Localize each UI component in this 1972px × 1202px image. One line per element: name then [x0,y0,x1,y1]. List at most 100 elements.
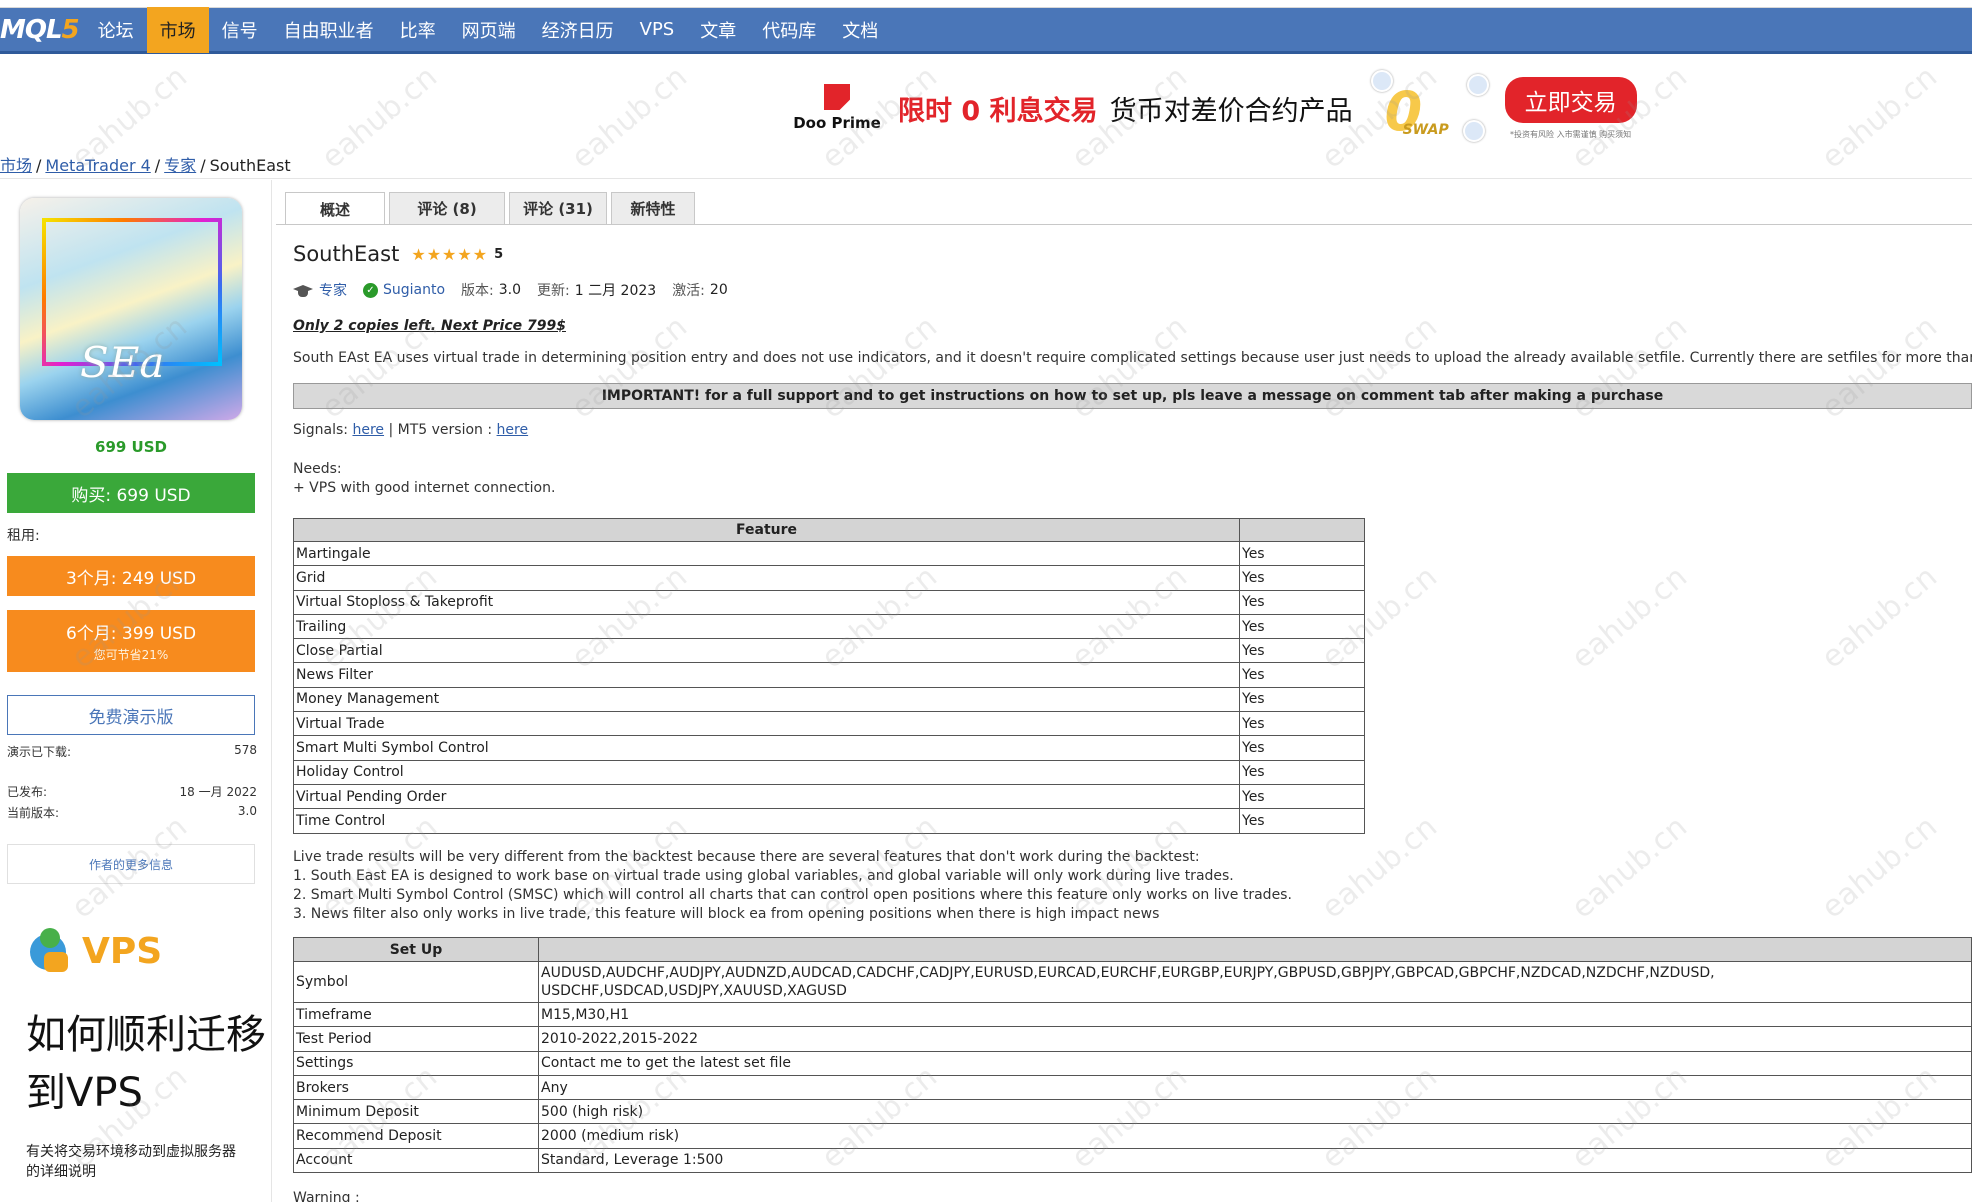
rent-6-months-button[interactable]: 6个月: 399 USD 您可节省21% [7,610,255,672]
signals-separator: | [388,422,398,438]
table-row: Money Management Yes [293,686,1365,713]
product-sidebar: SEa 699 USD 购买: 699 USD 租用: 3个月: 249 USD… [0,180,272,1202]
breadcrumb: 市场 / MetaTrader 4/专家 / SouthEast [0,152,291,176]
updated-label: 更新: [537,283,570,299]
stat-value: 578 [234,743,257,757]
tab-reviews[interactable]: 评论 (8) [389,192,505,224]
table-row: Martingale Yes [293,540,1365,567]
nav-item[interactable]: 文档 [829,7,891,53]
setup-value-cell: 500 (high risk) [538,1099,1972,1125]
feature-name-cell: Virtual Stoploss & Takeprofit [293,589,1240,615]
nav-item[interactable]: 市场 [146,6,209,53]
author-more-info-button[interactable]: 作者的更多信息 [7,844,255,884]
setup-name-cell: Test Period [293,1026,539,1052]
table-row: Smart Multi Symbol Control Yes [293,735,1365,761]
buy-button[interactable]: 购买: 699 USD [7,473,255,513]
tab-whats-new[interactable]: 新特性 [611,192,695,224]
setup-name-cell: Minimum Deposit [293,1099,539,1125]
setup-name-cell: Settings [293,1050,539,1076]
metatrader-vps-icon [24,926,74,976]
nav-item[interactable]: 论坛 [85,7,147,53]
watermark-text: eahub.cn [1565,559,1694,676]
mt5-link[interactable]: here [497,422,529,438]
vps-label: VPS [82,930,163,972]
live-note: 2. Smart Multi Symbol Control (SMSC) whi… [293,887,1292,903]
breadcrumb-experts[interactable]: 专家 [164,156,196,175]
breadcrumb-market[interactable]: 市场 [0,156,32,175]
rent-label: 租用: [7,528,40,544]
table-row: Minimum Deposit 500 (high risk) [293,1099,1972,1125]
breadcrumb-separator: / [36,156,42,175]
feature-name-cell: Close Partial [293,638,1240,664]
feature-name-cell: Martingale [293,540,1240,567]
table-row: Trailing Yes [293,613,1365,640]
setup-header-blank [538,937,1972,962]
product-image[interactable]: SEa [20,198,242,420]
doo-prime-brand: Doo Prime [793,114,881,132]
author-link[interactable]: Sugianto [383,282,445,298]
mt5-label: MT5 version : [397,422,493,438]
feature-table-header: Feature [293,518,1365,542]
feature-name-cell: Smart Multi Symbol Control [293,735,1240,761]
live-note: 3. News filter also only works in live t… [293,906,1160,922]
feature-name-cell: Trailing [293,613,1240,640]
signals-label: Signals: [293,422,349,438]
setup-value-cell: M15,M30,H1 [538,1001,1972,1028]
breadcrumb-mt4[interactable]: MetaTrader 4 [45,156,150,175]
product-price: 699 USD [95,438,167,456]
breadcrumb-separator: / [200,156,206,175]
tabs-divider [276,224,1972,225]
tab-overview[interactable]: 概述 [285,192,385,225]
rating-stars-icon[interactable]: ★★★★★ [411,245,488,264]
nav-item[interactable]: 代码库 [749,7,829,53]
warning-label: Warning : [293,1190,360,1202]
nav-item[interactable]: 文章 [687,7,749,53]
feature-name-cell: Money Management [293,686,1240,713]
nav-item[interactable]: 经济日历 [529,7,627,53]
needs-title: Needs: [293,461,342,477]
rent-3-months-button[interactable]: 3个月: 249 USD [7,556,255,596]
setup-value-cell: Any [538,1074,1972,1101]
tab-comments[interactable]: 评论 (31) [509,192,607,224]
doo-prime-logo: Doo Prime [792,84,882,132]
category-link[interactable]: 专家 [319,280,347,300]
table-row: Close Partial Yes [293,638,1365,664]
nav-item[interactable]: 网页端 [449,7,529,53]
watermark-text: eahub.cn [1565,809,1694,926]
setup-name-cell: Recommend Deposit [293,1123,539,1149]
mql5-logo[interactable]: MQL 5 [0,7,85,53]
watermark-text: eahub.cn [1815,59,1944,176]
feature-value-cell: Yes [1239,613,1365,640]
feature-name-cell: Virtual Trade [293,711,1240,737]
setup-header: Set Up [293,937,539,962]
vps-promo-description: 有关将交易环境移动到虚拟服务器的详细说明 [26,1144,236,1180]
vps-promo-heading[interactable]: 如何顺利迁移到VPS [26,1006,266,1122]
table-row: Recommend Deposit 2000 (medium risk) [293,1123,1972,1149]
rating-value: 5 [494,246,504,262]
nav-item[interactable]: 信号 [209,7,271,53]
nav-item[interactable]: 比率 [387,7,449,53]
live-trade-notes: Live trade results will be very differen… [293,848,1292,924]
updated-value: 1 二月 2023 [574,283,657,299]
doo-prime-banner[interactable]: Doo Prime 限时 0 利息交易 货币对差价合约产品 0 SWAP 立即交… [782,62,1674,154]
nav-item[interactable]: 自由职业者 [271,7,387,53]
signals-link[interactable]: here [352,422,384,438]
free-demo-button[interactable]: 免费演示版 [7,695,255,735]
activations-label: 激活: [672,283,705,299]
logo-five: 5 [61,14,80,45]
feature-value-cell: Yes [1239,565,1365,591]
signals-line: Signals: here | MT5 version : here [293,422,528,438]
nav-item[interactable]: VPS [627,7,688,53]
vps-promo-header[interactable]: VPS [24,926,162,976]
nav-menu: 论坛 市场 信号 自由职业者 比率 网页端 经济日历 VPS 文章 代码库 文档 [85,6,892,53]
stat-current-version: 当前版本: 3.0 [7,804,257,821]
feature-value-cell: Yes [1239,735,1365,761]
banner-trade-now-button[interactable]: 立即交易 [1504,76,1637,123]
graduation-cap-icon [293,283,313,297]
banner-headline-dark: 货币对差价合约产品 [1109,95,1353,127]
setup-name-cell: Brokers [293,1074,539,1101]
banner-swap: SWAP [1402,122,1449,138]
rent-6-months-label: 6个月: 399 USD [65,624,197,644]
table-row: News Filter Yes [293,662,1365,688]
watermark-text: eahub.cn [1815,559,1944,676]
